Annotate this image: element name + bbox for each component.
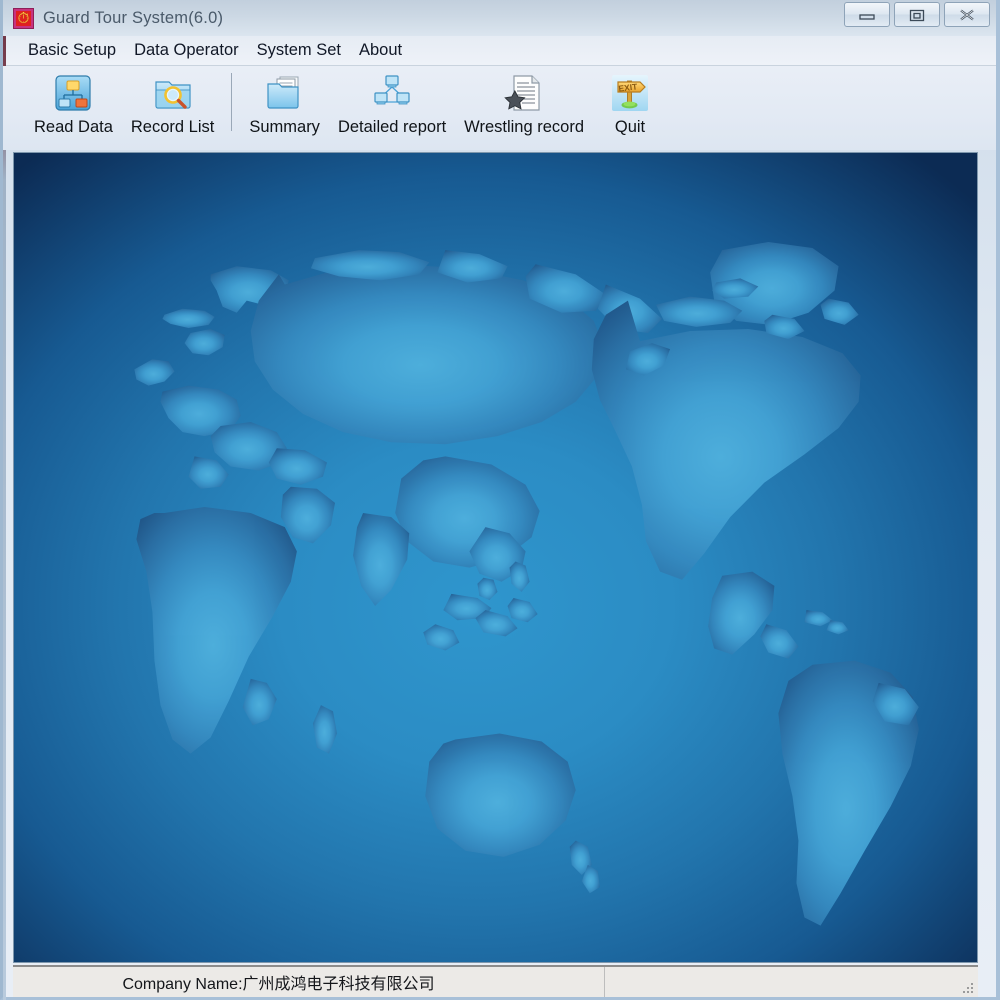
minimize-icon	[859, 13, 875, 20]
status-bar: Company Name:广州成鸿电子科技有限公司	[13, 965, 978, 997]
toolbar-label-record-list: Record List	[130, 118, 215, 136]
minimize-button[interactable]	[844, 2, 890, 27]
status-cell-company: Company Name:广州成鸿电子科技有限公司	[13, 967, 605, 997]
menu-item-system-set[interactable]: System Set	[248, 39, 350, 62]
status-company-label: Company Name:广州成鸿电子科技有限公司	[122, 976, 435, 993]
exit-sign-icon: EXIT	[608, 71, 652, 115]
toolbar-label-read-data: Read Data	[34, 118, 113, 136]
menu-item-about[interactable]: About	[350, 39, 411, 62]
status-cell-empty	[605, 967, 978, 997]
org-chart-icon	[51, 71, 95, 115]
window-controls	[844, 2, 990, 27]
toolbar-label-wrestling-record: Wrestling record	[464, 118, 584, 136]
toolbar-label-quit: Quit	[614, 118, 646, 136]
toolbar-button-record-list[interactable]: Record List	[122, 71, 223, 137]
window-title: Guard Tour System(6.0)	[43, 8, 224, 27]
network-computers-icon	[370, 71, 414, 115]
restore-icon	[909, 9, 925, 21]
application-window: ⏱ Guard Tour System(6.0) Basic Setup Dat…	[0, 0, 1000, 1000]
maximize-button[interactable]	[894, 2, 940, 27]
menu-item-data-operator[interactable]: Data Operator	[125, 39, 248, 62]
clock-app-icon: ⏱	[13, 7, 34, 29]
toolbar-separator	[231, 73, 233, 131]
world-map-blue	[14, 153, 977, 962]
menu-bar: Basic Setup Data Operator System Set Abo…	[3, 36, 996, 66]
menu-item-basic-setup[interactable]: Basic Setup	[19, 39, 125, 62]
resize-grip-icon[interactable]	[961, 981, 975, 995]
main-content-area	[3, 150, 996, 963]
close-button[interactable]	[944, 2, 990, 27]
toolbar-button-quit[interactable]: EXIT Quit	[593, 71, 667, 137]
toolbar: Read Data Record List Summary Detailed r…	[3, 66, 996, 150]
toolbar-button-detailed-report[interactable]: Detailed report	[329, 71, 455, 137]
world-map-panel	[13, 152, 978, 963]
folder-search-icon	[151, 71, 195, 115]
toolbar-button-read-data[interactable]: Read Data	[25, 71, 122, 137]
toolbar-label-summary: Summary	[249, 118, 320, 136]
toolbar-button-summary[interactable]: Summary	[240, 71, 329, 137]
close-icon	[960, 9, 974, 20]
title-bar[interactable]: ⏱ Guard Tour System(6.0)	[3, 0, 996, 36]
toolbar-label-detailed-report: Detailed report	[337, 118, 447, 136]
toolbar-button-wrestling-record[interactable]: Wrestling record	[455, 71, 593, 137]
document-star-icon	[502, 71, 546, 115]
folder-documents-icon	[263, 71, 307, 115]
